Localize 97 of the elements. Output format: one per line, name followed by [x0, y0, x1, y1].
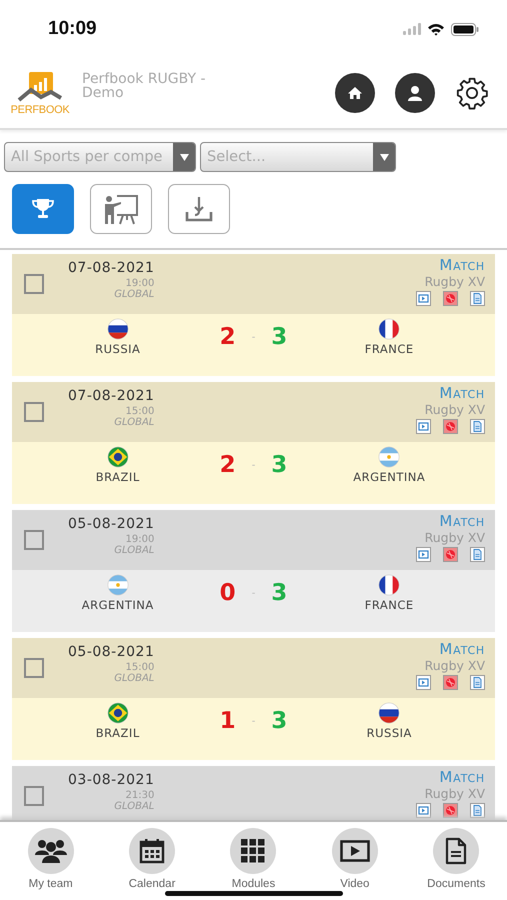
- tab-bar-item[interactable]: Calendar: [107, 828, 198, 900]
- logo-text: PERFBOOK: [10, 104, 70, 116]
- team-name: FRANCE: [364, 598, 414, 612]
- match-scope: GLOBAL: [114, 417, 154, 428]
- sport-name: Rugby XV: [424, 530, 485, 545]
- ball-icon[interactable]: [443, 291, 458, 306]
- view-tab[interactable]: [90, 184, 152, 234]
- match-date: 03-08-2021: [68, 772, 154, 788]
- match-scope: GLOBAL: [114, 673, 154, 684]
- match-date: 07-08-2021: [68, 260, 154, 276]
- match-time: 15:00: [126, 406, 154, 417]
- team-name: BRAZIL: [96, 470, 140, 484]
- sport-name: Rugby XV: [424, 786, 485, 801]
- caret-icon: [380, 154, 388, 160]
- tab-bar-item[interactable]: Modules: [208, 828, 298, 900]
- home-button[interactable]: [335, 73, 375, 113]
- match-scope: GLOBAL: [114, 289, 154, 300]
- user-icon: [406, 84, 424, 102]
- tab-bar-item[interactable]: Video: [310, 828, 400, 900]
- status-time: 10:09: [48, 18, 97, 40]
- team-name: ARGENTINA: [82, 598, 154, 612]
- video-icon[interactable]: [416, 419, 431, 434]
- ball-icon[interactable]: [443, 419, 458, 434]
- match-time: 19:00: [126, 534, 154, 545]
- video-icon[interactable]: [416, 803, 431, 818]
- team-name: RUSSIA: [366, 726, 412, 740]
- team-name: RUSSIA: [95, 342, 140, 356]
- wifi-icon: [427, 22, 445, 36]
- group-icon: [34, 838, 68, 864]
- score: 2: [220, 452, 236, 478]
- event-type: Match: [439, 640, 485, 658]
- event-type: Match: [439, 512, 485, 530]
- presenter-icon: [103, 193, 139, 225]
- team-name: FRANCE: [364, 342, 414, 356]
- ball-icon[interactable]: [443, 547, 458, 562]
- video-icon[interactable]: [416, 675, 431, 690]
- score-separator: -: [252, 588, 256, 598]
- checkbox[interactable]: [24, 530, 44, 550]
- settings-button[interactable]: [455, 76, 489, 110]
- match-date: 05-08-2021: [68, 516, 154, 532]
- match-date: 07-08-2021: [68, 388, 154, 404]
- calendar-icon: [139, 838, 166, 864]
- team-name: BRAZIL: [96, 726, 140, 740]
- event-type: Match: [439, 768, 485, 786]
- ball-icon[interactable]: [443, 675, 458, 690]
- event-type: Match: [439, 384, 485, 402]
- document-icon[interactable]: [470, 547, 485, 562]
- view-tab[interactable]: [168, 184, 230, 234]
- score-separator: -: [252, 460, 256, 470]
- score: 0: [220, 580, 236, 606]
- match-scope: GLOBAL: [114, 545, 154, 556]
- score-separator: -: [252, 332, 256, 342]
- video-icon[interactable]: [416, 547, 431, 562]
- checkbox[interactable]: [24, 658, 44, 678]
- score: 3: [271, 580, 288, 606]
- document-icon[interactable]: [470, 675, 485, 690]
- score: 3: [271, 324, 288, 350]
- tab-bar-item[interactable]: My team: [6, 828, 96, 900]
- trophy-icon: [32, 197, 54, 221]
- grid-icon: [241, 839, 266, 863]
- sport-name: Rugby XV: [424, 402, 485, 417]
- caret-icon: [180, 154, 188, 160]
- match-time: 19:00: [126, 278, 154, 289]
- video-icon: [340, 839, 370, 863]
- score-separator: -: [252, 716, 256, 726]
- view-tab[interactable]: [12, 184, 74, 234]
- video-icon[interactable]: [416, 291, 431, 306]
- score: 2: [220, 324, 236, 350]
- checkbox[interactable]: [24, 274, 44, 294]
- document-icon[interactable]: [470, 419, 485, 434]
- match-time: 21:30: [126, 790, 154, 801]
- battery-icon: [451, 22, 479, 36]
- event-type: Match: [439, 256, 485, 274]
- match-date: 05-08-2021: [68, 644, 154, 660]
- match-time: 15:00: [126, 662, 154, 673]
- score: 3: [271, 452, 288, 478]
- settings-icon: [455, 76, 489, 110]
- document-icon[interactable]: [470, 291, 485, 306]
- document-icon: [445, 837, 468, 865]
- ball-icon[interactable]: [443, 803, 458, 818]
- document-icon[interactable]: [470, 803, 485, 818]
- sport-name: Rugby XV: [424, 274, 485, 289]
- checkbox[interactable]: [24, 402, 44, 422]
- score: 1: [220, 708, 236, 734]
- match-card[interactable]: 03-08-2021 21:30 GLOBAL Match Rugby XV: [12, 766, 495, 820]
- download-icon: [184, 195, 214, 223]
- logo-icon: [17, 70, 63, 104]
- match-scope: GLOBAL: [114, 801, 154, 812]
- sport-name: Rugby XV: [424, 658, 485, 673]
- app-title: Perfbook RUGBY - Demo: [82, 72, 207, 100]
- home-icon: [347, 85, 363, 101]
- score: 3: [271, 708, 288, 734]
- profile-button[interactable]: [395, 73, 435, 113]
- checkbox[interactable]: [24, 786, 44, 806]
- signal-icon: [403, 23, 421, 35]
- team-name: ARGENTINA: [353, 470, 426, 484]
- tab-bar-item[interactable]: Documents: [411, 828, 502, 900]
